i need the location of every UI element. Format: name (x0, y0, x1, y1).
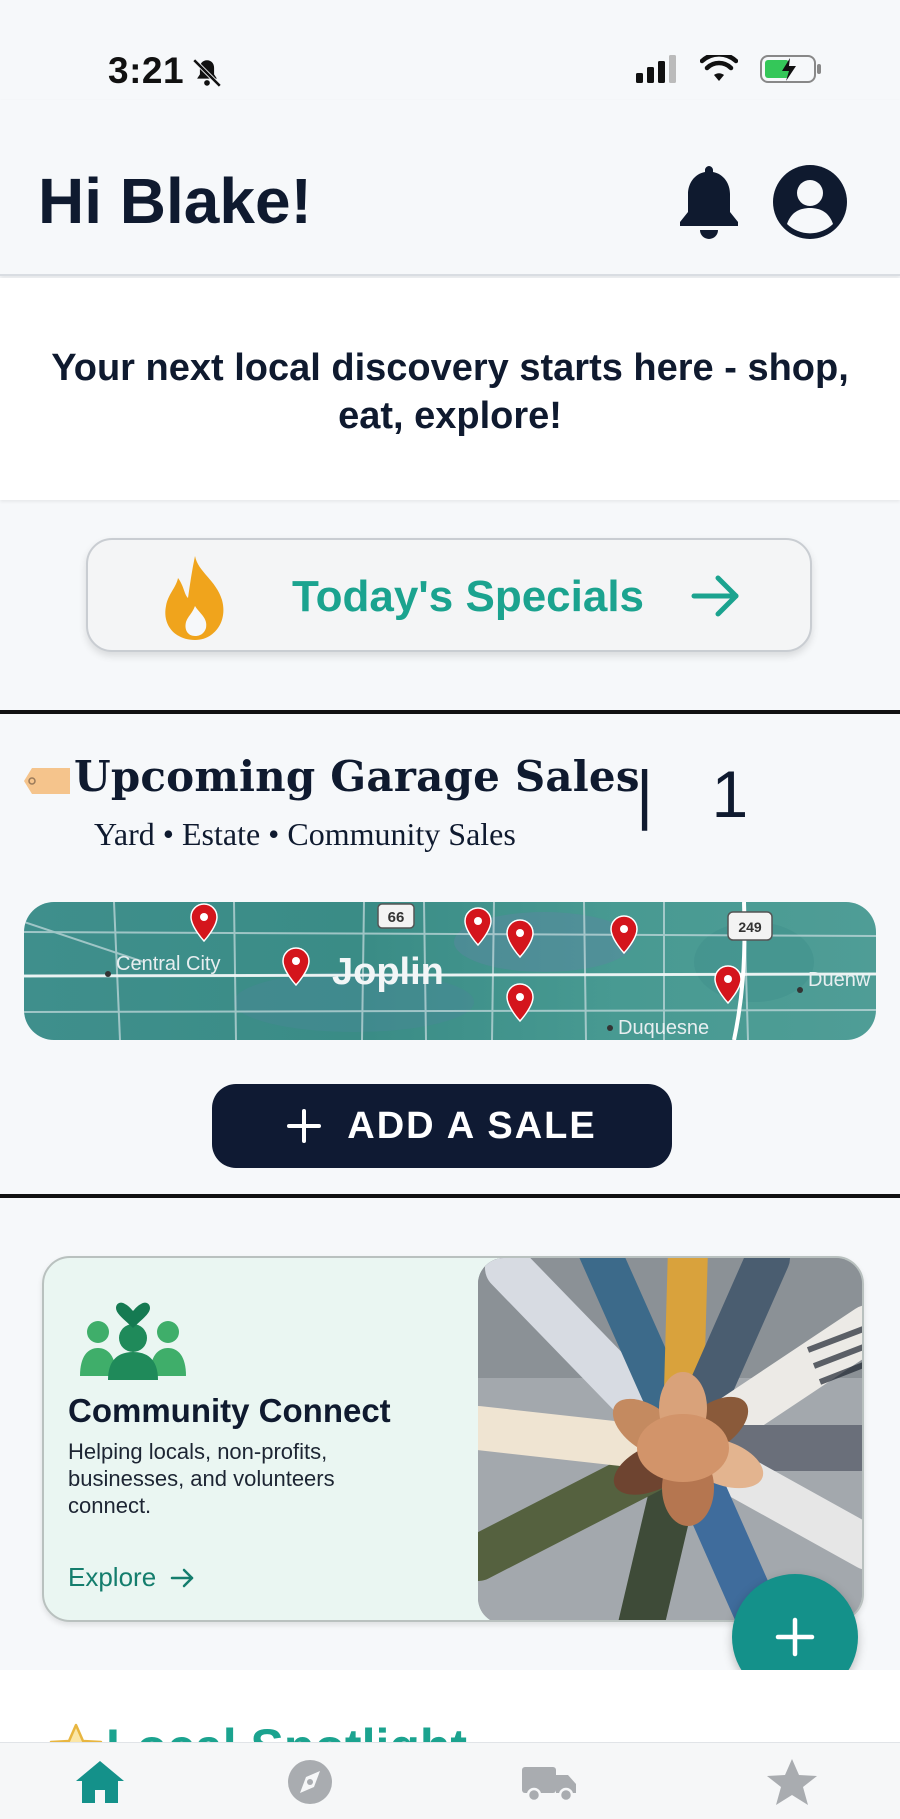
bell-muted-icon (192, 58, 222, 88)
community-hands-photo (478, 1258, 862, 1620)
truck-icon[interactable] (520, 1757, 580, 1807)
arrow-right-icon (170, 1568, 194, 1587)
sale-pin[interactable] (506, 983, 534, 1023)
explore-link[interactable]: Explore (68, 1562, 196, 1593)
map-label-joplin: Joplin (332, 951, 444, 993)
todays-specials-button[interactable]: Today's Specials (86, 538, 812, 652)
garage-sales-subtitle: Yard • Estate • Community Sales (94, 816, 516, 852)
garage-sales-title: Upcoming Garage Sales (74, 752, 640, 801)
map-label-duquesne: Duquesne (618, 1017, 709, 1039)
status-time: 3:21 (108, 50, 185, 91)
route-249-label: 249 (738, 919, 762, 935)
plus-icon (287, 1109, 322, 1143)
app-header: Hi Blake! (0, 100, 900, 276)
community-people-icon (80, 1302, 186, 1380)
price-tag-icon (24, 768, 70, 794)
explore-label: Explore (68, 1562, 157, 1592)
star-icon[interactable] (762, 1757, 822, 1807)
route-66-shield: 66 (377, 903, 415, 929)
section-divider (0, 710, 900, 714)
signal-icon (636, 55, 676, 83)
compass-icon[interactable] (280, 1757, 340, 1807)
tagline-section: Your next local discovery starts here - … (0, 278, 900, 500)
account-icon[interactable] (772, 164, 848, 240)
community-connect-card[interactable]: Community Connect Helping locals, non-pr… (42, 1256, 864, 1622)
battery-charging-icon (760, 55, 821, 83)
tagline-text: Your next local discovery starts here - … (51, 347, 849, 437)
community-connect-title: Community Connect (68, 1392, 391, 1429)
garage-sales-map[interactable]: 66 249 Central City Joplin Duquesne Duen… (24, 902, 876, 1040)
add-sale-label: ADD A SALE (347, 1104, 597, 1147)
map-label-central-city: Central City (116, 953, 220, 975)
greeting-title: Hi Blake! (38, 165, 312, 237)
local-spotlight-section: Local Spotlight (0, 1670, 900, 1750)
plus-icon (775, 1617, 815, 1657)
arrow-right-icon (691, 575, 739, 617)
home-icon[interactable] (70, 1757, 130, 1807)
wifi-icon (700, 55, 738, 81)
garage-sales-count: | 1 (636, 757, 769, 831)
todays-specials-label: Today's Specials (292, 572, 645, 621)
community-connect-description: Helping locals, non-profits, businesses,… (68, 1439, 335, 1518)
route-249-shield: 249 (727, 911, 773, 941)
add-sale-button[interactable]: ADD A SALE (212, 1084, 672, 1168)
section-divider (0, 1194, 900, 1198)
sale-pin[interactable] (190, 903, 218, 943)
bell-icon[interactable] (676, 164, 742, 242)
status-bar: 3:21 (0, 0, 900, 100)
map-label-duenweg: Duenw (808, 969, 871, 991)
fire-icon (165, 556, 224, 640)
bottom-navigation (0, 1742, 900, 1819)
route-66-label: 66 (388, 909, 405, 926)
